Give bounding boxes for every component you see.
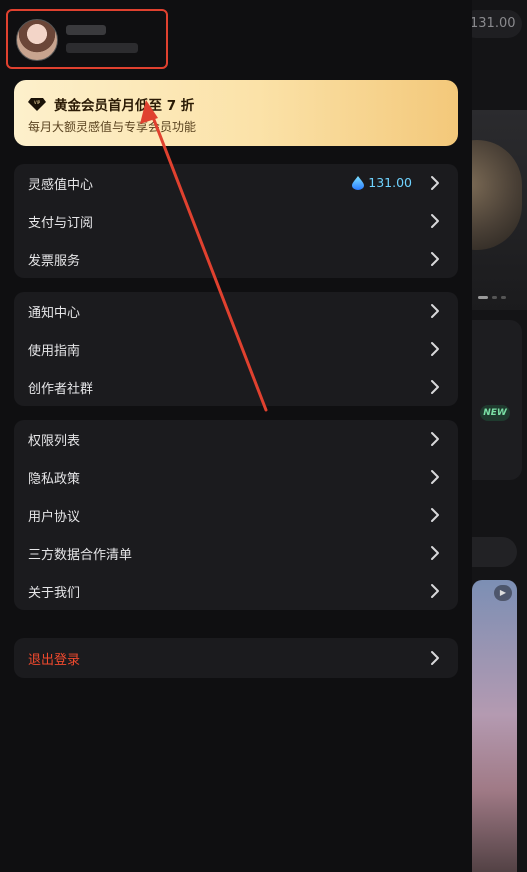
- vip-diamond-icon: VIP: [28, 98, 46, 111]
- logout-label: 退出登录: [28, 653, 81, 668]
- menu-item-notification-center[interactable]: 通知中心: [14, 292, 458, 330]
- background-new-badge: NEW: [480, 405, 510, 421]
- menu-item-label: 使用指南: [28, 344, 81, 359]
- svg-text:VIP: VIP: [34, 100, 41, 105]
- chevron-right-icon: [431, 176, 439, 190]
- background-banner-art: [472, 140, 522, 250]
- menu-item-user-guide[interactable]: 使用指南: [14, 330, 458, 368]
- chevron-right-icon: [431, 214, 439, 228]
- chevron-right-icon: [431, 380, 439, 394]
- menu-item-label: 权限列表: [28, 434, 81, 449]
- user-id-redacted: [66, 43, 138, 53]
- inspiration-drop-icon: [352, 175, 365, 190]
- background-card: [472, 320, 522, 480]
- menu-item-label: 隐私政策: [28, 472, 81, 487]
- menu-item-label: 灵感值中心: [28, 178, 94, 193]
- menu-item-creator-community[interactable]: 创作者社群: [14, 368, 458, 406]
- menu-item-label: 支付与订阅: [28, 216, 94, 231]
- menu-item-label: 发票服务: [28, 254, 81, 269]
- menu-group-legal: 权限列表 隐私政策 用户协议 三方数据合作清单 关于我们: [14, 420, 458, 610]
- background-banner: [472, 110, 527, 310]
- chevron-right-icon: [431, 304, 439, 318]
- menu-item-third-party-data[interactable]: 三方数据合作清单: [14, 534, 458, 572]
- side-drawer: VIP 黄金会员首月低至 7 折 每月大额灵感值与专享会员功能 灵感值中心 13…: [0, 0, 472, 872]
- inspiration-balance: 131.00: [352, 175, 412, 190]
- menu-item-label: 关于我们: [28, 586, 81, 601]
- background-carousel-dots: [478, 296, 506, 299]
- menu-item-label: 创作者社群: [28, 382, 94, 397]
- vip-title: 黄金会员首月低至 7 折: [54, 98, 195, 114]
- background-page: 131.00 NEW ▶: [472, 0, 527, 872]
- vip-promo-banner[interactable]: VIP 黄金会员首月低至 7 折 每月大额灵感值与专享会员功能: [14, 80, 458, 146]
- menu-item-invoice-service[interactable]: 发票服务: [14, 240, 458, 278]
- chevron-right-icon: [431, 342, 439, 356]
- menu-item-inspiration-center[interactable]: 灵感值中心 131.00: [14, 164, 458, 202]
- user-name-redacted: [66, 25, 106, 35]
- menu-item-label: 用户协议: [28, 510, 81, 525]
- background-pill: [472, 537, 517, 567]
- chevron-right-icon: [431, 470, 439, 484]
- menu-item-privacy-policy[interactable]: 隐私政策: [14, 458, 458, 496]
- background-photo: [472, 580, 517, 872]
- logout-row[interactable]: 退出登录: [14, 639, 458, 677]
- menu-item-label: 三方数据合作清单: [28, 548, 133, 563]
- menu-item-payment-subscription[interactable]: 支付与订阅: [14, 202, 458, 240]
- menu-item-about-us[interactable]: 关于我们: [14, 572, 458, 610]
- avatar[interactable]: [16, 19, 58, 61]
- play-icon: ▶: [494, 585, 512, 601]
- logout-button[interactable]: 退出登录: [14, 638, 458, 678]
- chevron-right-icon: [431, 651, 439, 665]
- balance-value: 131.00: [368, 175, 412, 190]
- menu-group-help: 通知中心 使用指南 创作者社群: [14, 292, 458, 406]
- chevron-right-icon: [431, 546, 439, 560]
- chevron-right-icon: [431, 252, 439, 266]
- menu-item-user-agreement[interactable]: 用户协议: [14, 496, 458, 534]
- chevron-right-icon: [431, 432, 439, 446]
- menu-item-permissions[interactable]: 权限列表: [14, 420, 458, 458]
- chevron-right-icon: [431, 508, 439, 522]
- menu-item-label: 通知中心: [28, 306, 81, 321]
- vip-subtitle: 每月大额灵感值与专享会员功能: [28, 120, 197, 134]
- chevron-right-icon: [431, 584, 439, 598]
- user-profile[interactable]: [6, 9, 168, 69]
- menu-group-account: 灵感值中心 131.00 支付与订阅 发票服务: [14, 164, 458, 278]
- background-balance-pill: 131.00: [472, 10, 522, 38]
